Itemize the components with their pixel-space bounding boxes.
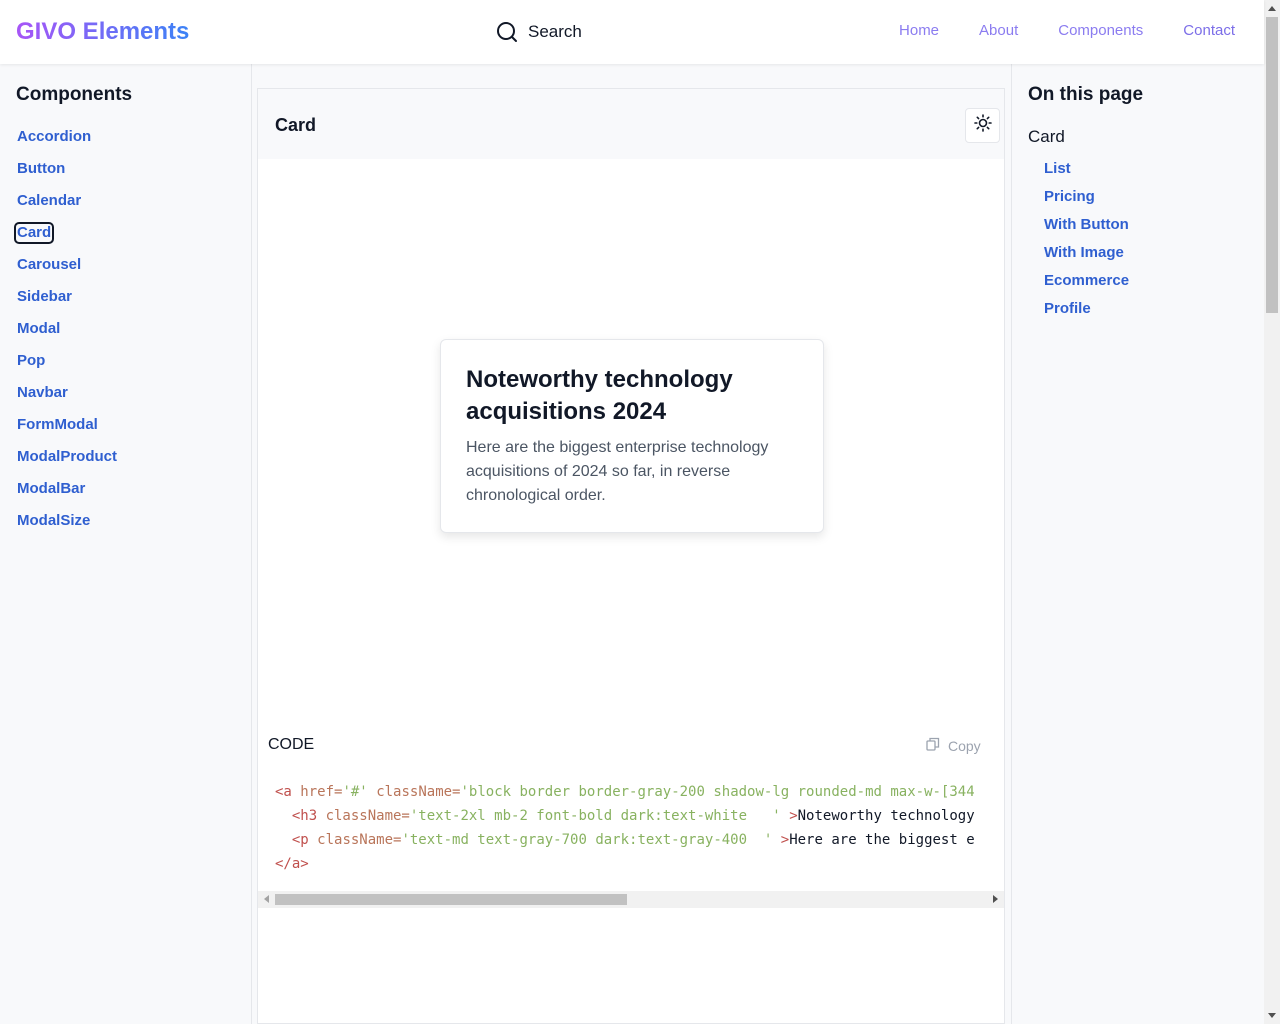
sidebar-item-accordion[interactable]: Accordion	[16, 128, 118, 160]
code-block[interactable]: <a href='#' className='block border bord…	[258, 771, 1004, 891]
code-token: href=	[300, 784, 343, 800]
sidebar-item-label: Pop	[17, 352, 46, 369]
sidebar-item-modal[interactable]: Modal	[16, 320, 118, 352]
sidebar-item-carousel[interactable]: Carousel	[16, 256, 118, 288]
toc-item-list[interactable]: List	[1044, 160, 1129, 188]
components-sidebar: Components Accordion Button Calendar Car…	[0, 64, 252, 1024]
scrollbar-thumb[interactable]	[275, 894, 627, 905]
preview-card-body: Here are the biggest enterprise technolo…	[466, 439, 769, 504]
on-this-page-sidebar: On this page Card List Pricing With Butt…	[1011, 64, 1264, 1024]
code-token: className=	[317, 832, 402, 848]
sidebar-title: Components	[16, 84, 133, 105]
code-token: 'text-md text-gray-700 dark:text-gray-40…	[401, 832, 773, 848]
code-token: 'block border border-gray-200 shadow-lg …	[460, 784, 975, 800]
sidebar-item-label: FormModal	[17, 416, 98, 433]
code-token: >	[780, 832, 790, 848]
sidebar-item-label: ModalProduct	[17, 448, 117, 465]
sidebar-item-calendar[interactable]: Calendar	[16, 192, 118, 224]
theme-toggle-button[interactable]	[965, 108, 1000, 143]
code-token: Noteworthy technology	[797, 808, 975, 824]
toc-item-card[interactable]: Card	[1028, 127, 1065, 147]
copy-icon	[926, 737, 940, 754]
code-token: </a>	[275, 856, 309, 872]
code-horizontal-scrollbar[interactable]	[258, 891, 1004, 908]
sun-icon	[973, 114, 992, 137]
code-token: className=	[325, 808, 410, 824]
nav-link-about[interactable]: About	[979, 22, 1018, 39]
code-token: <h3	[291, 808, 326, 824]
nav-link-home[interactable]: Home	[899, 22, 939, 39]
sidebar-item-card[interactable]: Card	[13, 222, 118, 256]
page-title: Card	[275, 115, 317, 135]
code-token: <a	[275, 784, 301, 800]
scroll-right-arrow-icon[interactable]	[993, 895, 998, 903]
page-vertical-scrollbar[interactable]	[1264, 0, 1280, 1024]
sidebar-item-modalproduct[interactable]: ModalProduct	[16, 448, 118, 480]
toc-list: List Pricing With Button With Image Ecom…	[1044, 160, 1129, 328]
code-token: className=	[376, 784, 461, 800]
code-text: <a href='#' className='block border bord…	[275, 780, 975, 876]
sidebar-item-label: Card	[13, 222, 55, 244]
sidebar-item-label: Modal	[17, 320, 61, 337]
sidebar-item-formmodal[interactable]: FormModal	[16, 416, 118, 448]
code-token: <p	[291, 832, 318, 848]
preview-card-heading: Noteworthy technology acquisitions 2024	[466, 366, 733, 425]
search-button[interactable]: Search	[496, 20, 582, 44]
main-nav: Home About Components Contact	[899, 22, 1235, 39]
sidebar-item-pop[interactable]: Pop	[16, 352, 118, 384]
toc-item-pricing[interactable]: Pricing	[1044, 188, 1129, 216]
top-navbar: GIVO Elements Search Home About Componen…	[0, 0, 1264, 64]
copy-label: Copy	[948, 737, 981, 754]
sidebar-item-label: Button	[17, 160, 66, 177]
demo-header: Card	[258, 89, 1004, 159]
nav-link-contact[interactable]: Contact	[1183, 22, 1235, 39]
scrollbar-thumb[interactable]	[1266, 17, 1278, 313]
sidebar-item-label: Calendar	[17, 192, 82, 209]
nav-link-components[interactable]: Components	[1058, 22, 1143, 39]
code-section-label: CODE	[268, 736, 315, 753]
toc-title: On this page	[1028, 84, 1144, 105]
toc-item-with-button[interactable]: With Button	[1044, 216, 1129, 244]
sidebar-item-sidebar[interactable]: Sidebar	[16, 288, 118, 320]
code-token: 'text-2xl mb-2 font-bold dark:text-white…	[409, 808, 781, 824]
sidebar-list: Accordion Button Calendar Card Carousel …	[13, 128, 118, 544]
sidebar-item-label: Navbar	[17, 384, 68, 401]
sidebar-item-label: Carousel	[17, 256, 82, 273]
sidebar-item-navbar[interactable]: Navbar	[16, 384, 118, 416]
search-icon	[496, 21, 518, 43]
scroll-left-arrow-icon[interactable]	[264, 895, 269, 903]
toc-item-ecommerce[interactable]: Ecommerce	[1044, 272, 1129, 300]
sidebar-item-modalbar[interactable]: ModalBar	[16, 480, 118, 512]
code-token: >	[789, 808, 798, 824]
sidebar-item-label: Accordion	[17, 128, 92, 145]
component-demo-panel: Card Noteworthy technology acquisitions …	[257, 88, 1005, 1024]
toc-item-with-image[interactable]: With Image	[1044, 244, 1129, 272]
code-token: Here are the biggest e	[789, 832, 975, 848]
search-label: Search	[528, 22, 582, 41]
code-token: '#'	[342, 784, 368, 800]
sidebar-item-label: ModalSize	[17, 512, 91, 529]
sidebar-item-modalsize[interactable]: ModalSize	[16, 512, 118, 544]
toc-item-profile[interactable]: Profile	[1044, 300, 1129, 328]
scroll-up-arrow-icon[interactable]	[1268, 6, 1276, 11]
scroll-down-arrow-icon[interactable]	[1268, 1013, 1276, 1018]
copy-button[interactable]: Copy	[926, 737, 981, 754]
sidebar-item-label: Sidebar	[17, 288, 73, 305]
preview-card-link[interactable]: Noteworthy technology acquisitions 2024 …	[440, 339, 824, 533]
sidebar-item-label: ModalBar	[17, 480, 86, 497]
sidebar-item-button[interactable]: Button	[16, 160, 118, 192]
brand-logo[interactable]: GIVO Elements	[16, 16, 189, 48]
